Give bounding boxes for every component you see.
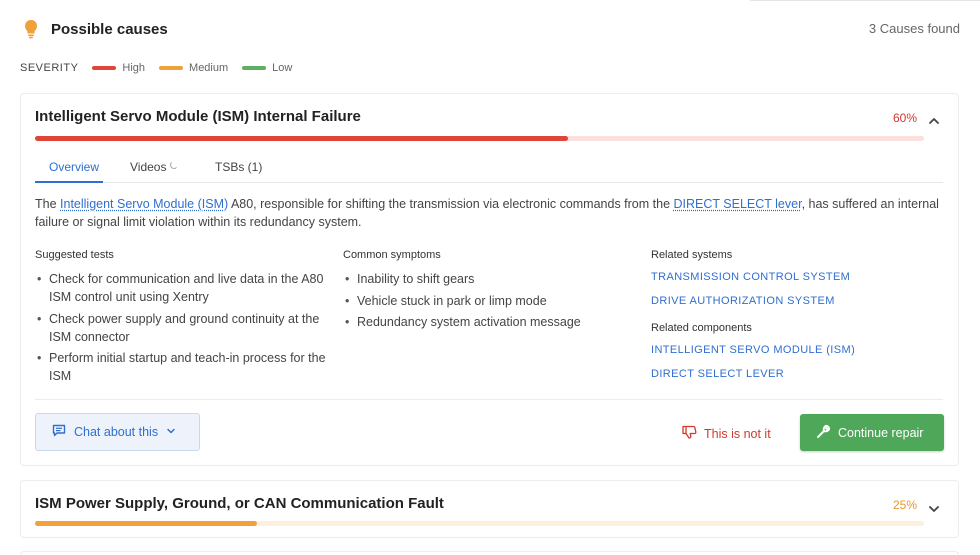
likelihood-bar-fill [35, 136, 569, 141]
continue-repair-label: Continue repair [838, 425, 924, 440]
list-item: Perform initial startup and teach-in pro… [35, 349, 335, 385]
list-item: Redundancy system activation message [343, 313, 633, 331]
lightbulb-icon [24, 19, 38, 39]
tab-tsbs-label: TSBs (1) [215, 160, 263, 174]
continue-repair-button[interactable]: Continue repair [800, 414, 944, 451]
wrench-icon [816, 424, 831, 442]
likelihood-bar [35, 136, 924, 141]
tab-tsbs[interactable]: TSBs (1) [215, 160, 262, 183]
tab-videos[interactable]: Videos [130, 160, 179, 183]
related-systems-title: Related systems [651, 249, 733, 261]
chat-button-label: Chat about this [74, 425, 159, 439]
panel-header: Possible causes 3 Causes found [20, 18, 960, 40]
direct-select-lever-link[interactable]: DIRECT SELECT lever [674, 197, 802, 211]
cause-percent: 60% [892, 111, 917, 125]
this-is-not-it-button[interactable]: This is not it [682, 425, 771, 442]
page-title: Possible causes [51, 20, 168, 38]
list-item: Check power supply and ground continuity… [35, 310, 335, 346]
chat-about-this-button[interactable]: Chat about this [35, 413, 200, 451]
cause-tabs: Overview Videos TSBs (1) [35, 151, 943, 183]
cause-title[interactable]: Intelligent Servo Module (ISM) Internal … [35, 108, 361, 125]
tab-overview-label: Overview [49, 160, 100, 174]
not-it-label: This is not it [704, 426, 771, 441]
thumbs-down-icon [682, 425, 697, 442]
suggested-tests-title: Suggested tests [35, 249, 114, 261]
severity-high-label: High [122, 62, 146, 74]
description-text: A80, responsible for shifting the transm… [228, 197, 674, 211]
related-system-link[interactable]: TRANSMISSION CONTROL SYSTEM [651, 270, 931, 284]
cause-card: ISM Power Supply, Ground, or CAN Communi… [20, 480, 959, 538]
common-symptoms-list: Inability to shift gears Vehicle stuck i… [343, 270, 633, 331]
cause-percent: 25% [892, 498, 917, 512]
severity-low-swatch [242, 66, 267, 70]
severity-high: High [92, 62, 145, 74]
loading-spinner-icon [170, 161, 179, 169]
chevron-down-icon[interactable] [927, 502, 941, 516]
related-component-link[interactable]: DIRECT SELECT LEVER [651, 367, 931, 381]
related-system-link[interactable]: DRIVE AUTHORIZATION SYSTEM [651, 294, 931, 308]
severity-legend: SEVERITY High Medium Low [20, 61, 306, 75]
description-text: The [35, 197, 61, 211]
cause-card: Intelligent Servo Module (ISM) Internal … [20, 93, 959, 466]
common-symptoms-title: Common symptoms [343, 249, 441, 261]
severity-high-swatch [92, 66, 117, 70]
list-item: Inability to shift gears [343, 270, 633, 288]
chat-icon [52, 424, 66, 440]
list-item: Check for communication and live data in… [35, 270, 335, 306]
causes-count: 3 Causes found [868, 21, 960, 36]
list-item: Vehicle stuck in park or limp mode [343, 292, 633, 310]
related-panel: Related systems TRANSMISSION CONTROL SYS… [651, 249, 931, 391]
severity-low-label: Low [272, 62, 293, 74]
possible-causes-panel: Possible causes 3 Causes found SEVERITY … [0, 0, 980, 555]
cause-description: The Intelligent Servo Module (ISM) A80, … [35, 195, 945, 231]
ism-link[interactable]: Intelligent Servo Module (ISM) [60, 197, 228, 211]
severity-medium-swatch [159, 66, 184, 70]
likelihood-bar [35, 521, 924, 526]
chevron-up-icon[interactable] [927, 114, 941, 128]
cause-card-partial [20, 551, 959, 555]
suggested-tests: Suggested tests Check for communication … [35, 249, 335, 389]
tab-videos-label: Videos [130, 160, 167, 174]
likelihood-bar-fill [35, 521, 258, 526]
chevron-down-icon [166, 425, 176, 439]
cause-title[interactable]: ISM Power Supply, Ground, or CAN Communi… [35, 495, 444, 512]
severity-label: SEVERITY [20, 62, 79, 74]
common-symptoms: Common symptoms Inability to shift gears… [343, 249, 633, 335]
top-divider [750, 0, 980, 1]
suggested-tests-list: Check for communication and live data in… [35, 270, 335, 385]
severity-medium-label: Medium [189, 62, 229, 74]
severity-low: Low [242, 62, 292, 74]
tab-overview[interactable]: Overview [35, 160, 103, 183]
actions-divider [35, 399, 943, 400]
severity-medium: Medium [159, 62, 228, 74]
related-components-title: Related components [651, 322, 752, 334]
related-component-link[interactable]: INTELLIGENT SERVO MODULE (ISM) [651, 343, 931, 357]
